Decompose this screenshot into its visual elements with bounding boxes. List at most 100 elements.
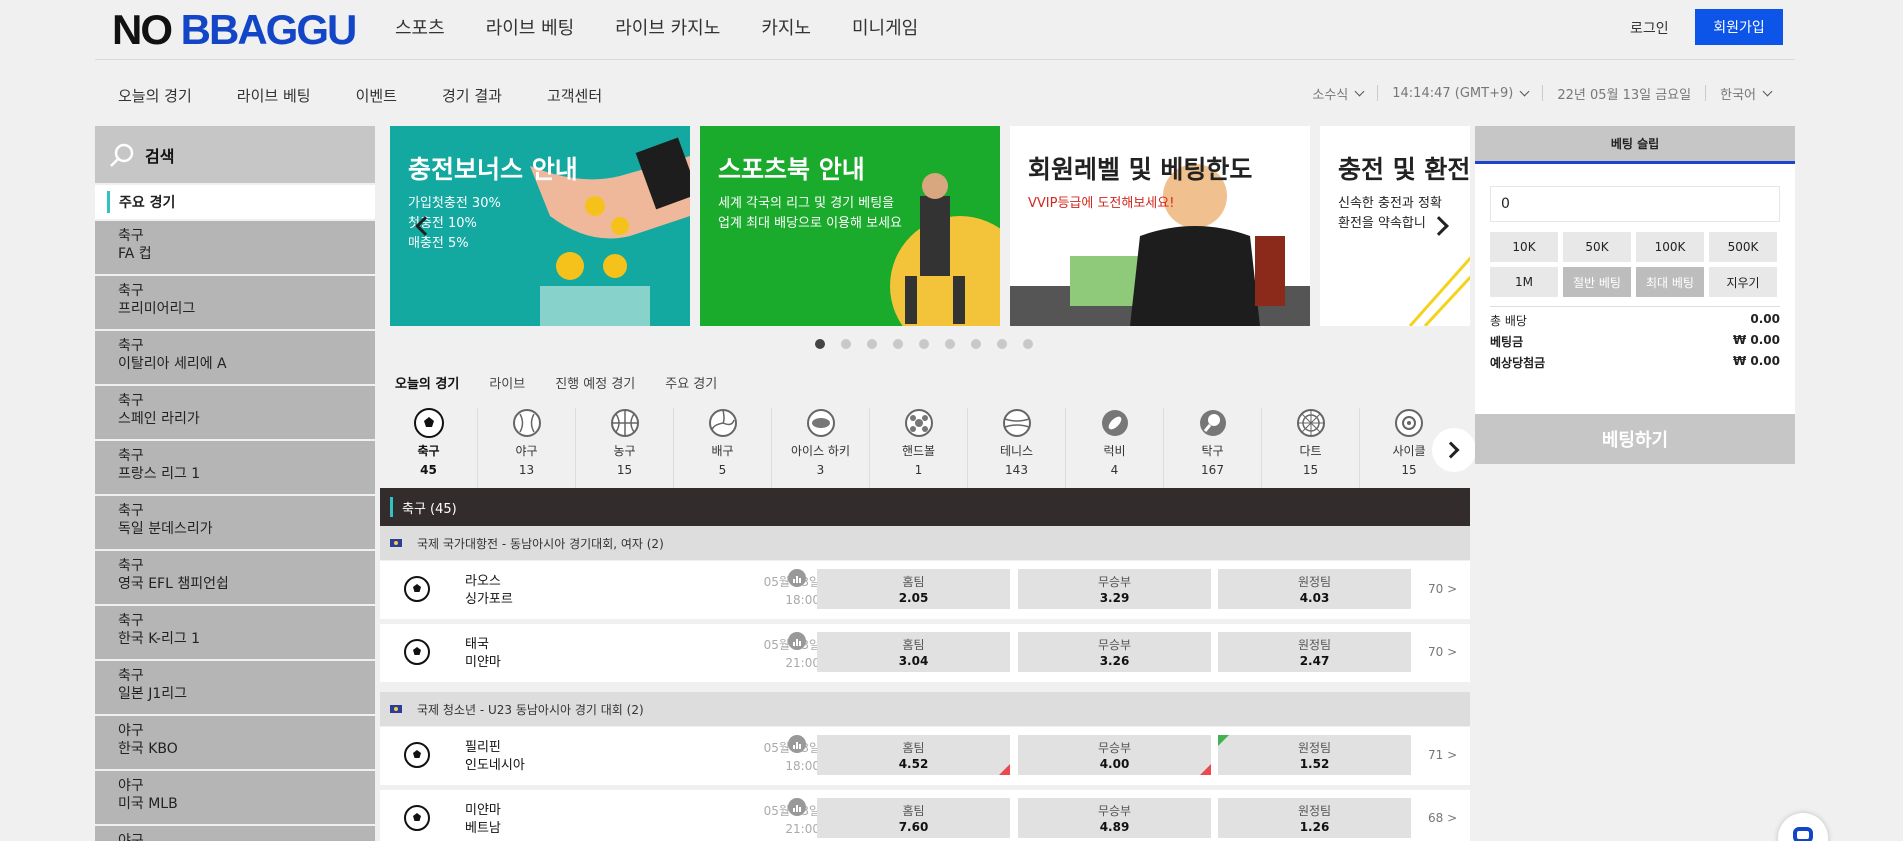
signup-button[interactable]: 회원가입 [1695, 9, 1783, 45]
carousel-dot[interactable] [997, 339, 1007, 349]
sport-volleyball[interactable]: 배구 5 [674, 408, 772, 488]
sport-ice-hockey[interactable]: 아이스 하키 3 [772, 408, 870, 488]
odd-draw-button[interactable]: 무승부 3.29 [1018, 569, 1211, 609]
nav-live-casino[interactable]: 라이브 카지노 [615, 14, 720, 40]
stats-icon[interactable] [788, 735, 806, 753]
bet-amount-input[interactable] [1490, 186, 1780, 222]
sidebar-item[interactable]: 축구 독일 분데스리가 [95, 496, 375, 549]
sport-rugby[interactable]: 럭비 4 [1066, 408, 1164, 488]
sport-basketball[interactable]: 농구 15 [576, 408, 674, 488]
nav-minigame[interactable]: 미니게임 [852, 14, 918, 40]
more-markets-link[interactable]: 71 > [1428, 748, 1457, 762]
place-bet-button[interactable]: 베팅하기 [1475, 414, 1795, 464]
carousel-dot[interactable] [919, 339, 929, 349]
odd-home-button[interactable]: 홈팀 4.52 [817, 735, 1010, 775]
league-header[interactable]: 국제 청소년 - U23 동남아시아 경기 대회 (2) [380, 692, 1470, 726]
search-box[interactable]: 검색 [95, 126, 375, 183]
carousel-dot[interactable] [971, 339, 981, 349]
nav-sports[interactable]: 스포츠 [395, 14, 445, 40]
odd-away-button[interactable]: 원정팀 4.03 [1218, 569, 1411, 609]
sidebar-item[interactable]: 축구 이탈리아 세리에 A [95, 331, 375, 384]
quick-100k-button[interactable]: 100K [1636, 232, 1704, 262]
subnav-live[interactable]: 라이브 베팅 [237, 85, 311, 106]
sidebar-item[interactable]: 축구 일본 J1리그 [95, 661, 375, 714]
subnav-events[interactable]: 이벤트 [356, 85, 397, 106]
tab-upcoming[interactable]: 진행 예정 경기 [555, 373, 635, 392]
carousel-dot[interactable] [815, 339, 825, 349]
more-markets-link[interactable]: 70 > [1428, 582, 1457, 596]
sidebar-item-league: 독일 분데스리가 [118, 521, 213, 537]
sidebar-item[interactable]: 축구 영국 EFL 챔피언쉽 [95, 551, 375, 604]
tab-today[interactable]: 오늘의 경기 [395, 373, 459, 392]
league-header[interactable]: 국제 국가대항전 - 동남아시아 경기대회, 여자 (2) [380, 526, 1470, 560]
subnav-support[interactable]: 고객센터 [547, 85, 602, 106]
clear-button[interactable]: 지우기 [1709, 267, 1777, 297]
odd-value: 2.47 [1299, 654, 1330, 668]
banner-sportsbook[interactable]: 스포츠북 안내 세계 각국의 리그 및 경기 베팅을 업계 최대 배당으로 이용… [700, 126, 1000, 326]
sport-count: 143 [1005, 463, 1028, 477]
odd-label: 무승부 [1097, 804, 1132, 818]
match-row: 라오스 싱가포르 05월 13일 18:00 홈팀 2.05 무승부 3.29 원정팀 4… [380, 561, 1470, 619]
odd-draw-button[interactable]: 무승부 3.26 [1018, 632, 1211, 672]
half-bet-button[interactable]: 절반 베팅 [1563, 267, 1631, 297]
login-link[interactable]: 로그인 [1630, 18, 1669, 38]
sport-tennis[interactable]: 테니스 143 [968, 408, 1066, 488]
sport-baseball[interactable]: 야구 13 [478, 408, 576, 488]
quick-10k-button[interactable]: 10K [1490, 232, 1558, 262]
odds-format-dropdown[interactable]: 소수식 [1298, 85, 1377, 103]
carousel-dot[interactable] [893, 339, 903, 349]
sport-table-tennis[interactable]: 탁구 167 [1164, 408, 1262, 488]
carousel-dot[interactable] [945, 339, 955, 349]
odd-home-button[interactable]: 홈팀 7.60 [817, 798, 1010, 838]
sidebar-item-sport: 축구 [118, 558, 144, 574]
odd-draw-button[interactable]: 무승부 4.89 [1018, 798, 1211, 838]
carousel-dot[interactable] [1023, 339, 1033, 349]
sport-name: 야구 [515, 444, 538, 458]
more-markets-link[interactable]: 68 > [1428, 811, 1457, 825]
logo[interactable]: NO BBAGGU [112, 9, 357, 51]
max-bet-button[interactable]: 최대 베팅 [1636, 267, 1704, 297]
subnav-results[interactable]: 경기 결과 [442, 85, 502, 106]
quick-500k-button[interactable]: 500K [1709, 232, 1777, 262]
carousel-next-button[interactable] [1422, 206, 1462, 246]
tab-live[interactable]: 라이브 [489, 373, 525, 392]
carousel-prev-button[interactable] [402, 206, 442, 246]
sidebar-item[interactable]: 야구 미국 MLB [95, 771, 375, 824]
sidebar-item[interactable]: 축구 FA 컵 [95, 221, 375, 274]
carousel-dot[interactable] [867, 339, 877, 349]
sidebar-item[interactable]: 축구 스페인 라리가 [95, 386, 375, 439]
sidebar-item[interactable]: 축구 프랑스 리그 1 [95, 441, 375, 494]
language-dropdown[interactable]: 한국어 [1705, 85, 1785, 103]
stats-icon[interactable] [788, 798, 806, 816]
sidebar-item[interactable]: 축구 한국 K-리그 1 [95, 606, 375, 659]
more-markets-link[interactable]: 70 > [1428, 645, 1457, 659]
sport-darts[interactable]: 다트 15 [1262, 408, 1360, 488]
sport-handball[interactable]: 핸드볼 1 [870, 408, 968, 488]
odd-home-button[interactable]: 홈팀 2.05 [817, 569, 1010, 609]
odd-away-button[interactable]: 원정팀 1.52 [1218, 735, 1411, 775]
tab-featured[interactable]: 주요 경기 [665, 373, 717, 392]
left-sidebar: 검색 주요 경기 축구 FA 컵 축구 프리미어리그 축구 이탈리아 세리에 A 축구… [95, 126, 375, 841]
quick-50k-button[interactable]: 50K [1563, 232, 1631, 262]
sports-next-button[interactable] [1432, 428, 1476, 472]
stats-icon[interactable] [788, 569, 806, 587]
sidebar-item[interactable]: 야구 한국 KBO [95, 716, 375, 769]
banner-member-level[interactable]: 회원레벨 및 베팅한도 VVIP등급에 도전해보세요! [1010, 126, 1310, 326]
subnav-today[interactable]: 오늘의 경기 [118, 85, 192, 106]
nav-live-betting[interactable]: 라이브 베팅 [486, 14, 575, 40]
stake-row: 베팅금 ₩ 0.00 [1490, 333, 1780, 350]
odd-home-button[interactable]: 홈팀 3.04 [817, 632, 1010, 672]
odd-away-button[interactable]: 원정팀 1.26 [1218, 798, 1411, 838]
quick-1m-button[interactable]: 1M [1490, 267, 1558, 297]
timezone-dropdown[interactable]: 14:14:47 (GMT+9) [1377, 85, 1542, 101]
stats-icon[interactable] [788, 632, 806, 650]
sidebar-item[interactable]: 축구 프리미어리그 [95, 276, 375, 329]
banner-title: 스포츠북 안내 [718, 155, 865, 184]
odd-label: 홈팀 [902, 741, 925, 755]
carousel-dot[interactable] [841, 339, 851, 349]
sport-soccer[interactable]: 축구 45 [380, 408, 478, 488]
nav-casino[interactable]: 카지노 [761, 14, 811, 40]
sidebar-item[interactable]: 야구 [95, 826, 375, 841]
odd-draw-button[interactable]: 무승부 4.00 [1018, 735, 1211, 775]
odd-away-button[interactable]: 원정팀 2.47 [1218, 632, 1411, 672]
